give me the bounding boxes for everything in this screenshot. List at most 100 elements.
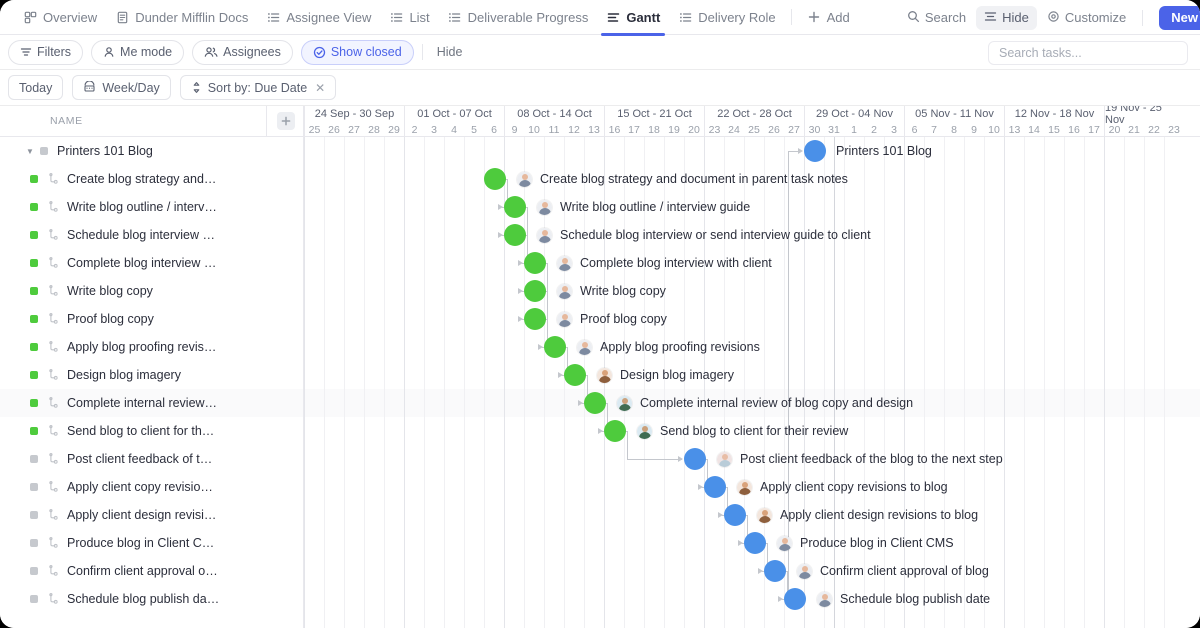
- timeline-row[interactable]: [304, 361, 1200, 389]
- status-badge[interactable]: [30, 539, 38, 547]
- task-row-parent[interactable]: ▼ Printers 101 Blog: [0, 137, 303, 165]
- milestone-label[interactable]: Confirm client approval of blog: [796, 557, 989, 585]
- assignees-button[interactable]: Assignees: [192, 39, 293, 65]
- customize-button[interactable]: Customize: [1039, 6, 1134, 30]
- milestone-label[interactable]: Write blog copy: [556, 277, 666, 305]
- task-row[interactable]: Produce blog in Client C…: [0, 529, 303, 557]
- timeline-row[interactable]: [304, 277, 1200, 305]
- timeline-row[interactable]: [304, 585, 1200, 613]
- timeline-row[interactable]: [304, 305, 1200, 333]
- search-button[interactable]: Search: [899, 6, 974, 30]
- task-row[interactable]: Write blog outline / interv…: [0, 193, 303, 221]
- sort-button[interactable]: Sort by: Due Date ✕: [179, 75, 337, 100]
- view-tab-gantt[interactable]: Gantt: [597, 0, 669, 36]
- milestone-marker[interactable]: [484, 168, 506, 190]
- milestone-marker[interactable]: [564, 364, 586, 386]
- clear-sort-icon[interactable]: ✕: [315, 81, 325, 95]
- milestone-label[interactable]: Printers 101 Blog: [836, 137, 932, 165]
- view-tab-deliverable-progress[interactable]: Deliverable Progress: [439, 0, 598, 35]
- milestone-label[interactable]: Write blog outline / interview guide: [536, 193, 750, 221]
- filters-button[interactable]: Filters: [8, 39, 84, 65]
- hide-button[interactable]: Hide: [976, 5, 1037, 30]
- milestone-marker[interactable]: [604, 420, 626, 442]
- avatar[interactable]: [616, 394, 633, 412]
- milestone-label[interactable]: Schedule blog interview or send intervie…: [536, 221, 871, 249]
- milestone-marker[interactable]: [504, 224, 526, 246]
- timeline-row[interactable]: [304, 193, 1200, 221]
- avatar[interactable]: [716, 450, 733, 468]
- new-task-button[interactable]: New: [1159, 5, 1200, 30]
- milestone-label[interactable]: Apply client copy revisions to blog: [736, 473, 948, 501]
- status-badge[interactable]: [30, 455, 38, 463]
- status-badge[interactable]: [30, 511, 38, 519]
- task-row[interactable]: Write blog copy: [0, 277, 303, 305]
- milestone-marker[interactable]: [584, 392, 606, 414]
- milestone-label[interactable]: Create blog strategy and document in par…: [516, 165, 848, 193]
- task-row[interactable]: Complete internal review…: [0, 389, 303, 417]
- milestone-label[interactable]: Produce blog in Client CMS: [776, 529, 954, 557]
- timeline-row[interactable]: [304, 137, 1200, 165]
- milestone-marker[interactable]: [724, 504, 746, 526]
- milestone-marker[interactable]: [504, 196, 526, 218]
- milestone-label[interactable]: Complete blog interview with client: [556, 249, 772, 277]
- avatar[interactable]: [796, 562, 813, 580]
- timeline-row[interactable]: [304, 501, 1200, 529]
- status-badge[interactable]: [30, 567, 38, 575]
- status-badge[interactable]: [30, 343, 38, 351]
- status-badge[interactable]: [30, 399, 38, 407]
- filter-hide-button[interactable]: Hide: [431, 45, 469, 59]
- timeline-body[interactable]: Printers 101 Blog Create blog strategy an…: [304, 137, 1200, 628]
- avatar[interactable]: [596, 366, 613, 384]
- chevron-down-icon[interactable]: ▼: [26, 147, 38, 156]
- status-badge[interactable]: [30, 427, 38, 435]
- timeline-row[interactable]: [304, 557, 1200, 585]
- avatar[interactable]: [816, 590, 833, 608]
- task-row[interactable]: Proof blog copy: [0, 305, 303, 333]
- milestone-label[interactable]: Post client feedback of the blog to the …: [716, 445, 1003, 473]
- task-row[interactable]: Schedule blog publish da…: [0, 585, 303, 613]
- avatar[interactable]: [536, 226, 553, 244]
- avatar[interactable]: [756, 506, 773, 524]
- task-row[interactable]: Send blog to client for th…: [0, 417, 303, 445]
- avatar[interactable]: [536, 198, 553, 216]
- add-view-button[interactable]: Add: [798, 0, 859, 35]
- milestone-label[interactable]: Design blog imagery: [596, 361, 734, 389]
- search-tasks-box[interactable]: [988, 41, 1188, 65]
- milestone-marker[interactable]: [804, 140, 826, 162]
- zoom-level-button[interactable]: Week/Day: [72, 75, 171, 100]
- status-badge[interactable]: [30, 175, 38, 183]
- view-tab-assignee-view[interactable]: Assignee View: [257, 0, 380, 35]
- avatar[interactable]: [556, 282, 573, 300]
- milestone-marker[interactable]: [524, 280, 546, 302]
- task-row[interactable]: Apply client design revisi…: [0, 501, 303, 529]
- task-row[interactable]: Apply blog proofing revis…: [0, 333, 303, 361]
- view-tab-list[interactable]: List: [380, 0, 438, 35]
- avatar[interactable]: [736, 478, 753, 496]
- status-badge[interactable]: [30, 231, 38, 239]
- task-row[interactable]: Design blog imagery: [0, 361, 303, 389]
- show-closed-button[interactable]: Show closed: [300, 39, 414, 65]
- avatar[interactable]: [556, 254, 573, 272]
- task-row[interactable]: Confirm client approval o…: [0, 557, 303, 585]
- task-row[interactable]: Schedule blog interview …: [0, 221, 303, 249]
- task-row[interactable]: Create blog strategy and…: [0, 165, 303, 193]
- status-badge[interactable]: [30, 483, 38, 491]
- status-badge[interactable]: [30, 595, 38, 603]
- milestone-marker[interactable]: [764, 560, 786, 582]
- milestone-label[interactable]: Apply client design revisions to blog: [756, 501, 978, 529]
- status-badge[interactable]: [30, 371, 38, 379]
- milestone-label[interactable]: Apply blog proofing revisions: [576, 333, 760, 361]
- status-badge[interactable]: [30, 203, 38, 211]
- milestone-marker[interactable]: [684, 448, 706, 470]
- milestone-marker[interactable]: [744, 532, 766, 554]
- view-tab-dunder-mifflin-docs[interactable]: Dunder Mifflin Docs: [106, 0, 257, 35]
- view-tab-delivery-role[interactable]: Delivery Role: [669, 0, 784, 35]
- avatar[interactable]: [576, 338, 593, 356]
- status-badge[interactable]: [40, 147, 48, 155]
- milestone-marker[interactable]: [524, 308, 546, 330]
- status-badge[interactable]: [30, 287, 38, 295]
- milestone-label[interactable]: Proof blog copy: [556, 305, 667, 333]
- milestone-label[interactable]: Schedule blog publish date: [816, 585, 990, 613]
- milestone-marker[interactable]: [524, 252, 546, 274]
- milestone-marker[interactable]: [544, 336, 566, 358]
